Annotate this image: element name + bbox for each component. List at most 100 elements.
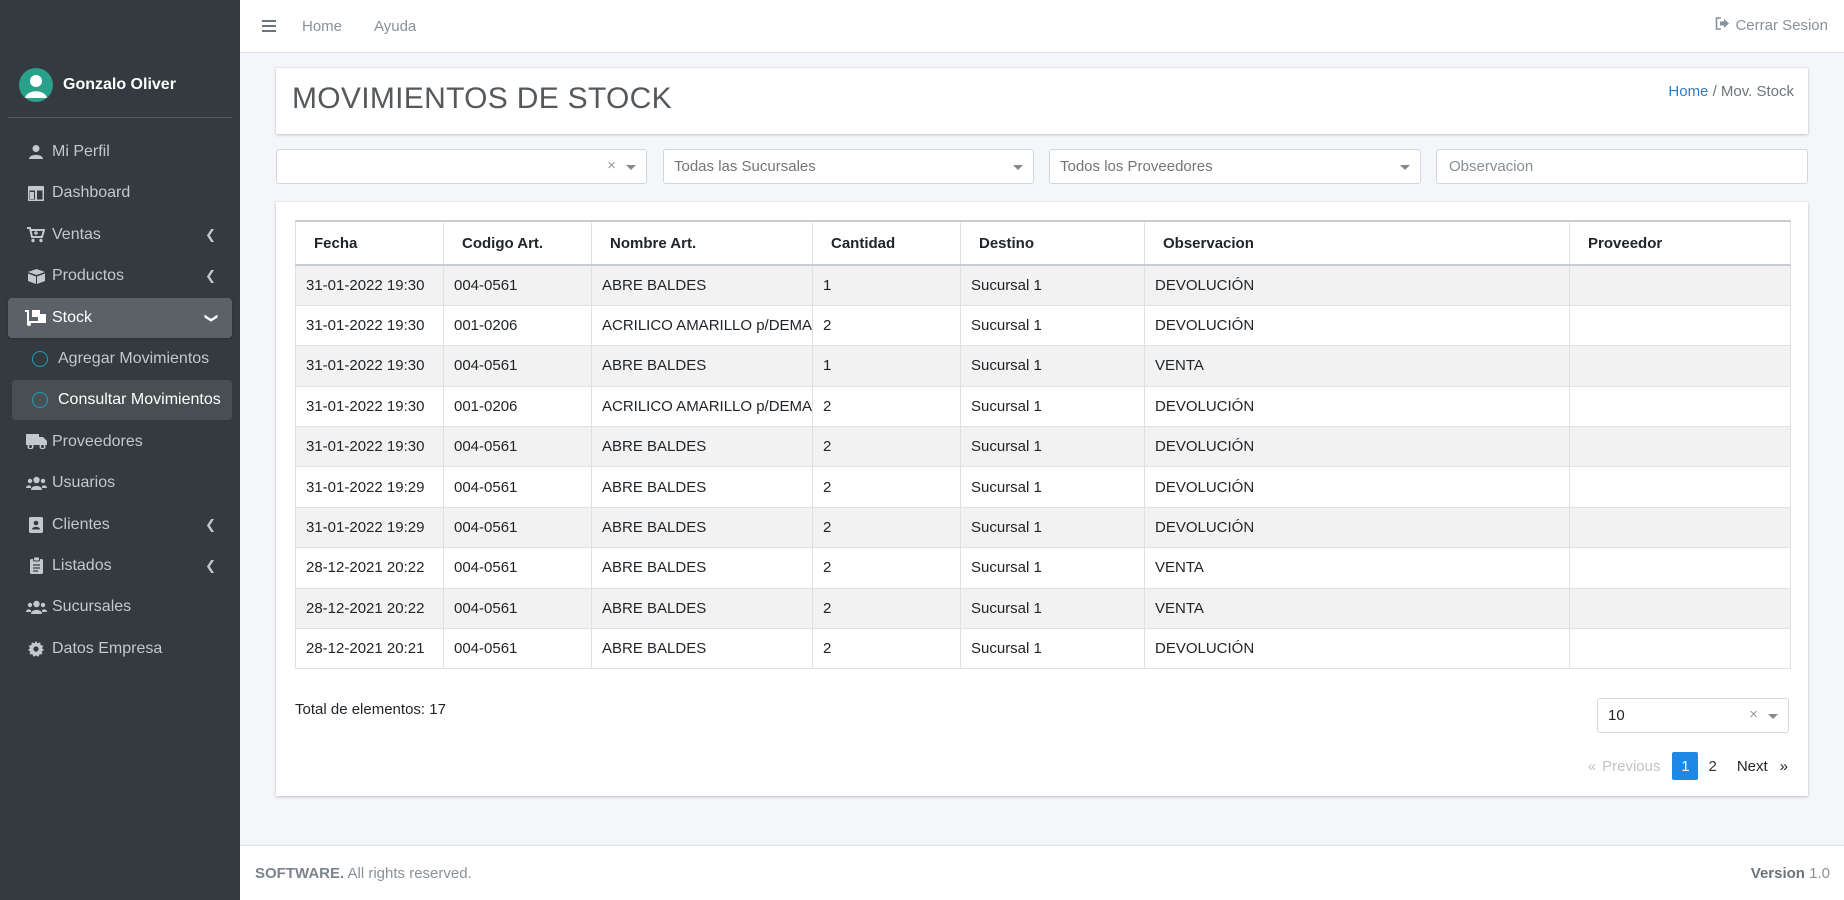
sidebar-item-consultar-movimientos[interactable]: Consultar Movimientos — [12, 380, 232, 421]
table-cell: 1 — [812, 345, 961, 387]
table-cell — [1569, 426, 1791, 468]
user-panel[interactable]: Gonzalo Oliver — [8, 52, 232, 118]
user-icon — [25, 144, 47, 160]
observation-filter-input[interactable]: Observacion — [1436, 149, 1808, 184]
sidebar-item-label: Dashboard — [52, 184, 131, 202]
table-cell: 004-0561 — [443, 547, 592, 589]
table-row[interactable]: 31-01-2022 19:30 004-0561 ABRE BALDES 1 Sucu… — [295, 345, 1791, 387]
sidebar-item-mi-perfil[interactable]: Mi Perfil — [8, 132, 232, 172]
branch-filter-select[interactable]: Todas las Sucursales — [663, 149, 1034, 184]
sidebar-item-ventas[interactable]: Ventas ❮ — [8, 215, 232, 255]
table-cell: DEVOLUCIÓN — [1144, 264, 1570, 306]
table-cell: 31-01-2022 19:30 — [295, 304, 444, 347]
column-header-proveedor[interactable]: Proveedor — [1569, 220, 1791, 266]
sidebar-item-productos[interactable]: Productos ❮ — [8, 256, 232, 296]
table-cell: Sucursal 1 — [960, 264, 1145, 306]
table-cell: VENTA — [1144, 345, 1570, 387]
table-cell: ABRE BALDES — [591, 628, 813, 670]
page-header: MOVIMIENTOS DE STOCK Home / Mov. Stock — [276, 68, 1808, 134]
table-row[interactable]: 31-01-2022 19:29 004-0561 ABRE BALDES 2 Sucu… — [295, 466, 1791, 508]
breadcrumb-home-link[interactable]: Home — [1668, 83, 1708, 100]
circle-icon — [32, 350, 48, 367]
chevron-down-icon: ❮ — [202, 312, 218, 324]
nav-link-ayuda[interactable]: Ayuda — [374, 18, 416, 35]
table-cell: ABRE BALDES — [591, 506, 813, 549]
table-cell — [1569, 547, 1791, 589]
table-cell: ABRE BALDES — [591, 426, 813, 468]
page-button-2[interactable]: 2 — [1708, 758, 1716, 775]
table-cell: 004-0561 — [443, 506, 592, 549]
sidebar-item-usuarios[interactable]: Usuarios — [8, 463, 232, 503]
table-cell: 004-0561 — [443, 628, 592, 670]
table-cell: 31-01-2022 19:30 — [295, 264, 444, 306]
sidebar-item-datos-empresa[interactable]: Datos Empresa — [8, 629, 232, 669]
supplier-filter-select[interactable]: Todos los Proveedores — [1049, 149, 1421, 184]
table-cell: 2 — [812, 426, 961, 468]
table-cell: ACRILICO AMARILLO p/DEMAR — [591, 385, 813, 428]
table-row[interactable]: 31-01-2022 19:30 001-0206 ACRILICO AMARILL… — [295, 385, 1791, 428]
table-cell: DEVOLUCIÓN — [1144, 628, 1570, 670]
footer-version-label: Version — [1750, 865, 1805, 882]
table-row[interactable]: 28-12-2021 20:22 004-0561 ABRE BALDES 2 Sucu… — [295, 587, 1791, 630]
table-row[interactable]: 31-01-2022 19:30 004-0561 ABRE BALDES 1 Sucu… — [295, 264, 1791, 306]
table-cell: 2 — [812, 506, 961, 549]
next-page-button[interactable]: Next — [1737, 758, 1768, 775]
clear-icon[interactable]: × — [1749, 706, 1758, 723]
table-cell: 004-0561 — [443, 587, 592, 630]
table-row[interactable]: 31-01-2022 19:29 004-0561 ABRE BALDES 2 Sucu… — [295, 506, 1791, 549]
table-cell — [1569, 385, 1791, 428]
table-cell: Sucursal 1 — [960, 587, 1145, 630]
breadcrumb-separator: / — [1712, 83, 1717, 100]
nav-link-home[interactable]: Home — [302, 18, 342, 35]
sidebar-item-agregar-movimientos[interactable]: Agregar Movimientos — [8, 339, 232, 379]
table-cell: 28-12-2021 20:22 — [295, 547, 444, 589]
table-cell: DEVOLUCIÓN — [1144, 385, 1570, 428]
clipboard-icon — [25, 557, 47, 575]
table-row[interactable]: 28-12-2021 20:22 004-0561 ABRE BALDES 2 Sucu… — [295, 547, 1791, 589]
table-header: Fecha Codigo Art. Nombre Art. Cantidad D… — [295, 220, 1791, 266]
page-button-1[interactable]: 1 — [1672, 752, 1699, 780]
sidebar-item-dashboard[interactable]: Dashboard — [8, 173, 232, 213]
table-cell: ABRE BALDES — [591, 587, 813, 630]
sidebar-item-stock[interactable]: Stock ❮ — [8, 297, 232, 338]
sidebar-item-label: Listados — [52, 556, 112, 574]
page-size-select[interactable]: 10 × — [1597, 698, 1789, 733]
table-row[interactable]: 31-01-2022 19:30 004-0561 ABRE BALDES 2 Sucu… — [295, 426, 1791, 468]
hamburger-menu-icon[interactable] — [262, 20, 276, 32]
clear-icon[interactable]: × — [607, 157, 616, 174]
contact-icon — [25, 516, 47, 533]
table-row[interactable]: 31-01-2022 19:30 001-0206 ACRILICO AMARILL… — [295, 304, 1791, 347]
column-header-nombre[interactable]: Nombre Art. — [591, 220, 813, 266]
sidebar-item-proveedores[interactable]: Proveedores — [8, 422, 232, 462]
column-header-codigo[interactable]: Codigo Art. — [443, 220, 592, 266]
table-row[interactable]: 28-12-2021 20:21 004-0561 ABRE BALDES 2 Sucu… — [295, 628, 1791, 670]
first-page-button[interactable]: « — [1588, 758, 1596, 775]
table-cell: 2 — [812, 628, 961, 670]
column-header-observacion[interactable]: Observacion — [1144, 220, 1570, 266]
table-cell: VENTA — [1144, 547, 1570, 589]
date-filter-select[interactable]: × — [276, 149, 647, 184]
table-cell: 004-0561 — [443, 264, 592, 306]
boxes-icon — [25, 268, 47, 284]
column-header-fecha[interactable]: Fecha — [295, 220, 444, 266]
sidebar-item-label: Usuarios — [52, 474, 116, 492]
top-navbar: Home Ayuda Cerrar Sesion — [240, 0, 1844, 53]
table-cell: 2 — [812, 466, 961, 508]
chevron-left-icon: ❮ — [205, 226, 216, 242]
table-cell — [1569, 628, 1791, 670]
sidebar-item-sucursales[interactable]: Sucursales — [8, 587, 232, 627]
sidebar-item-clientes[interactable]: Clientes ❮ — [8, 505, 232, 545]
table-cell: Sucursal 1 — [960, 345, 1145, 387]
table-cell: 001-0206 — [443, 304, 592, 347]
previous-page-button[interactable]: Previous — [1602, 758, 1660, 775]
sidebar-item-label: Proveedores — [52, 432, 143, 450]
logout-label: Cerrar Sesion — [1735, 17, 1828, 34]
table-cell — [1569, 587, 1791, 630]
column-header-cantidad[interactable]: Cantidad — [812, 220, 961, 266]
table-cell: Sucursal 1 — [960, 547, 1145, 589]
sidebar-item-listados[interactable]: Listados ❮ — [8, 546, 232, 586]
page-size-value: 10 — [1608, 707, 1625, 724]
column-header-destino[interactable]: Destino — [960, 220, 1145, 266]
logout-button[interactable]: Cerrar Sesion — [1715, 17, 1828, 34]
last-page-button[interactable]: » — [1780, 758, 1788, 775]
